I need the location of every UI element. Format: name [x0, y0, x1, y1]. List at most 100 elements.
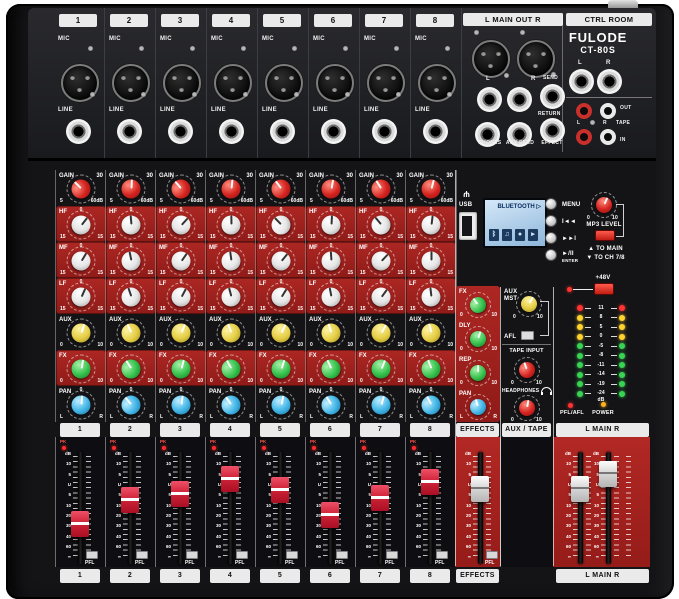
- ch5-fx-knob[interactable]: [267, 355, 296, 384]
- prev-button[interactable]: [545, 215, 557, 227]
- ch3-pan-knob[interactable]: [167, 391, 196, 420]
- ch6-fader-pfl-button[interactable]: [336, 551, 348, 559]
- effects-fader[interactable]: [471, 476, 489, 502]
- ch2-pan-knob[interactable]: [117, 391, 146, 420]
- ch1-pan-knob[interactable]: [67, 391, 96, 420]
- knob-scale: 0: [460, 381, 463, 386]
- ch1-fx-knob[interactable]: [67, 355, 96, 384]
- to-main-switch[interactable]: [595, 230, 615, 241]
- knob-scale: R: [399, 415, 403, 420]
- knob-scale: 15: [260, 235, 266, 240]
- ch2-hf-knob[interactable]: [117, 211, 146, 240]
- ch3-hf-knob[interactable]: [167, 211, 196, 240]
- ch6-hf-knob[interactable]: [317, 211, 346, 240]
- ch6-aux-knob[interactable]: [317, 319, 346, 348]
- effects-rep-knob[interactable]: [465, 360, 491, 386]
- ch3-fader-pfl-button[interactable]: [186, 551, 198, 559]
- ch8-fx-knob[interactable]: [417, 355, 446, 384]
- ch5-lf-knob[interactable]: [267, 283, 296, 312]
- ch5-fader[interactable]: [271, 477, 289, 503]
- ch3-lf-knob[interactable]: [167, 283, 196, 312]
- ch7-mf-knob[interactable]: [367, 247, 396, 276]
- knob-scale: 15: [260, 271, 266, 276]
- ch6-mf-knob[interactable]: [317, 247, 346, 276]
- phantom-switch[interactable]: [594, 283, 614, 295]
- effects-fader-pfl-button[interactable]: [486, 551, 498, 559]
- ch7-aux-knob[interactable]: [367, 319, 396, 348]
- ch2-aux-knob[interactable]: [117, 319, 146, 348]
- peak-led: [62, 446, 66, 450]
- menu-button[interactable]: [545, 198, 557, 210]
- next-button[interactable]: [545, 232, 557, 244]
- ch1-aux-knob[interactable]: [67, 319, 96, 348]
- ch8-mf-knob[interactable]: [417, 247, 446, 276]
- ch1-fader[interactable]: [71, 511, 89, 537]
- ch7-pan-knob[interactable]: [367, 391, 396, 420]
- ch7-fx-knob[interactable]: [367, 355, 396, 384]
- meter-row: -11: [561, 362, 641, 368]
- knob-scale: 15: [97, 307, 103, 312]
- ch3-mf-knob[interactable]: [167, 247, 196, 276]
- ch6-pan: PAN0 L R: [306, 386, 356, 422]
- ch4-mf-knob[interactable]: [217, 247, 246, 276]
- ch6-fader[interactable]: [321, 502, 339, 528]
- ch2-fader[interactable]: [121, 487, 139, 513]
- ch4-pan-knob[interactable]: [217, 391, 246, 420]
- knob-scale: R: [249, 415, 253, 420]
- play-enter-button[interactable]: [545, 249, 557, 261]
- effects-dly-knob[interactable]: [465, 326, 491, 352]
- ch5-hf-knob[interactable]: [267, 211, 296, 240]
- ch7-lf-knob[interactable]: [367, 283, 396, 312]
- ch2-mf-knob[interactable]: [117, 247, 146, 276]
- fader-label-ch1-bottom: 1: [60, 569, 100, 583]
- ch6-pan-knob[interactable]: [317, 391, 346, 420]
- ch8-pan-knob[interactable]: [417, 391, 446, 420]
- ch3-aux-knob[interactable]: [167, 319, 196, 348]
- ch4-aux-knob[interactable]: [217, 319, 246, 348]
- ch5-fx: FX 0 10: [256, 350, 306, 386]
- ch6-fx-knob[interactable]: [317, 355, 346, 384]
- phantom-label: +48V: [590, 275, 616, 281]
- ch4-fx: FX 0 10: [206, 350, 256, 386]
- knob-scale: 15: [60, 307, 66, 312]
- ch1-pan: PAN0 L R: [56, 386, 106, 422]
- ch1-fader-pfl-button[interactable]: [86, 551, 98, 559]
- effects-pan-knob[interactable]: [465, 394, 491, 420]
- ch1-hf-knob[interactable]: [67, 211, 96, 240]
- afl-button[interactable]: [521, 331, 534, 340]
- ch5-mf-knob[interactable]: [267, 247, 296, 276]
- ch2-fader-pfl-button[interactable]: [136, 551, 148, 559]
- ch8-aux-knob[interactable]: [417, 319, 446, 348]
- ch7-fader-pfl-button[interactable]: [386, 551, 398, 559]
- ch7-hf-knob[interactable]: [367, 211, 396, 240]
- ch8-fader-pfl-button[interactable]: [436, 551, 448, 559]
- ch1-lf-knob[interactable]: [67, 283, 96, 312]
- main-r-fader[interactable]: [599, 461, 617, 487]
- ch4-fader[interactable]: [221, 466, 239, 492]
- ch4-fx-knob[interactable]: [217, 355, 246, 384]
- ch1-mf-knob[interactable]: [67, 247, 96, 276]
- ch4-hf-knob[interactable]: [217, 211, 246, 240]
- ch3-fx-knob[interactable]: [167, 355, 196, 384]
- ch6-lf-knob[interactable]: [317, 283, 346, 312]
- ch8-gain: GAIN30 5 60dB: [406, 170, 456, 206]
- ch3-fader[interactable]: [171, 481, 189, 507]
- ch5-fader-pfl-button[interactable]: [286, 551, 298, 559]
- fader-label-ch7-bottom: 7: [360, 569, 400, 583]
- ch5-pan-knob[interactable]: [267, 391, 296, 420]
- usb-port[interactable]: [459, 212, 477, 240]
- knob-scale: 15: [310, 307, 316, 312]
- ch7-fader[interactable]: [371, 485, 389, 511]
- peak-led: [362, 446, 366, 450]
- effects-fx-knob[interactable]: [465, 292, 491, 318]
- knob-scale: 60dB: [91, 199, 103, 204]
- ch8-lf-knob[interactable]: [417, 283, 446, 312]
- ch4-fader-pfl-button[interactable]: [236, 551, 248, 559]
- ch8-fader[interactable]: [421, 469, 439, 495]
- ch2-fx-knob[interactable]: [117, 355, 146, 384]
- ch8-hf-knob[interactable]: [417, 211, 446, 240]
- ch4-lf-knob[interactable]: [217, 283, 246, 312]
- mic-label: MIC: [58, 36, 70, 42]
- ch5-aux-knob[interactable]: [267, 319, 296, 348]
- ch2-lf-knob[interactable]: [117, 283, 146, 312]
